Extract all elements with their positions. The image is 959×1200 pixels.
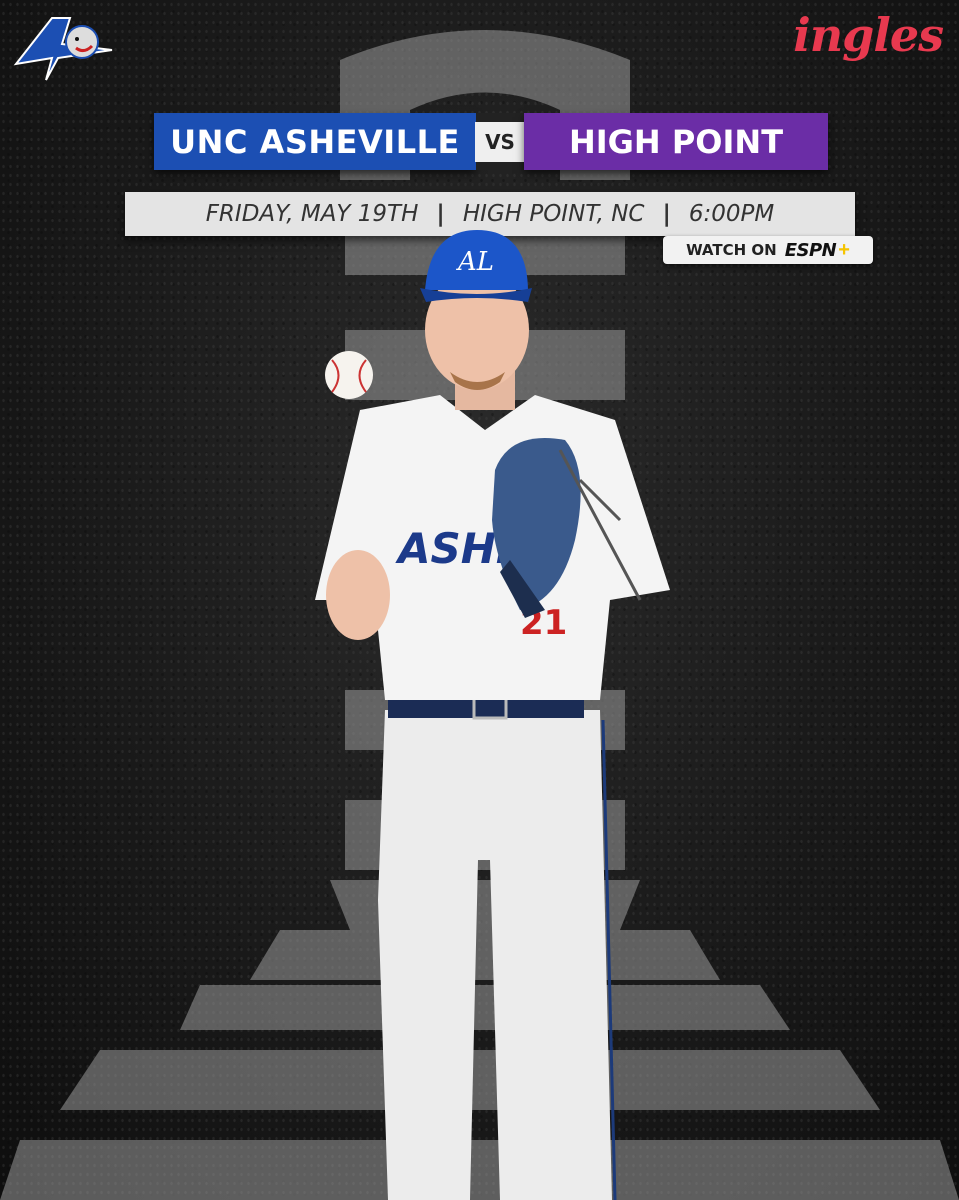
poster: ingles UNC ASHEVILLE VS HIGH POINT FRIDA… (0, 0, 959, 1200)
player-photo: ASHEVI 21 AL (315, 230, 670, 1200)
baseball-icon (325, 351, 373, 399)
svg-text:AL: AL (456, 247, 494, 277)
